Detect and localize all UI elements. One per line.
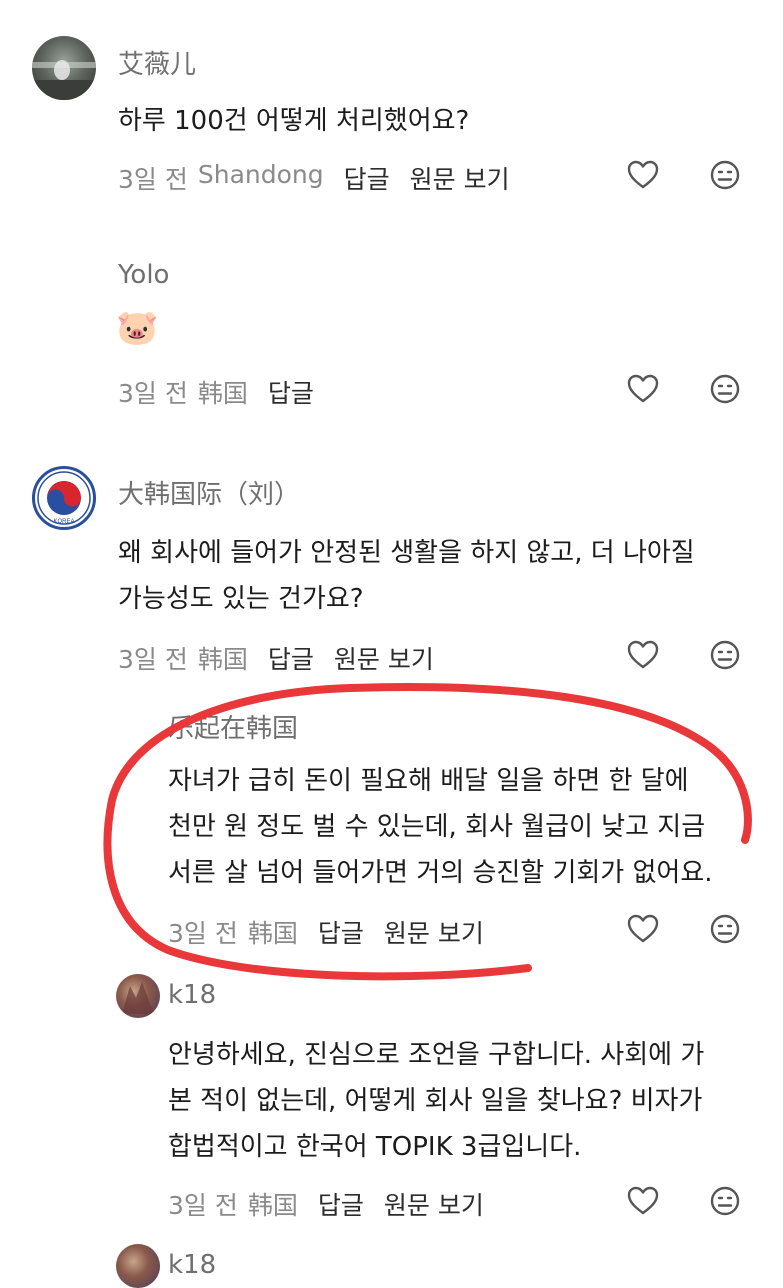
username[interactable]: k18 xyxy=(168,1250,216,1280)
location: Shandong xyxy=(197,160,324,189)
heart-icon[interactable] xyxy=(626,158,660,192)
view-original-button[interactable]: 원문 보기 xyxy=(384,1186,484,1222)
comment-text-line: 서른 살 넘어 들어가면 거의 승진할 기회가 없어요. xyxy=(168,858,713,888)
avatar-photo-icon xyxy=(32,60,96,100)
view-original-button[interactable]: 원문 보기 xyxy=(410,160,510,196)
comment-meta: 3일 전 韩国 답글 원문 보기 xyxy=(168,1186,484,1222)
comment-meta: 3일 전 韩国 답글 xyxy=(118,374,314,410)
comment-meta: 3일 전 Shandong 답글 원문 보기 xyxy=(118,160,510,196)
heart-icon[interactable] xyxy=(626,638,660,672)
comment-meta: 3일 전 韩国 답글 원문 보기 xyxy=(168,914,484,950)
reply-button[interactable]: 답글 xyxy=(268,640,314,676)
heart-icon[interactable] xyxy=(626,912,660,946)
reply-button[interactable]: 답글 xyxy=(318,1186,364,1222)
comment-text-line: 하루 100건 어떻게 처리했어요? xyxy=(118,106,470,136)
comment-text-line: 가능성도 있는 건가요? xyxy=(118,584,364,614)
emoji-sticker: 🐷 xyxy=(116,308,159,348)
username[interactable]: 乐起在韩国 xyxy=(168,708,298,745)
comment-text-line: 본 적이 없는데, 어떻게 회사 일을 찾나요? 비자가 xyxy=(168,1086,703,1116)
location: 韩国 xyxy=(247,1191,298,1220)
timestamp: 3일 전 xyxy=(118,645,188,674)
avatar[interactable] xyxy=(32,36,96,100)
location: 韩国 xyxy=(197,379,248,408)
dislike-face-icon[interactable] xyxy=(708,638,742,672)
location: 韩国 xyxy=(197,645,248,674)
timestamp: 3일 전 xyxy=(118,165,188,194)
dislike-face-icon[interactable] xyxy=(708,158,742,192)
username[interactable]: 大韩国际（刘） xyxy=(118,474,300,511)
view-original-button[interactable]: 원문 보기 xyxy=(384,914,484,950)
reply-button[interactable]: 답글 xyxy=(344,160,390,196)
comment-text-line: 안녕하세요, 진심으로 조언을 구합니다. 사회에 가 xyxy=(168,1040,705,1070)
username[interactable]: 艾薇儿 xyxy=(118,44,196,81)
comment-text-line: 합법적이고 한국어 TOPIK 3급입니다. xyxy=(168,1132,582,1162)
heart-icon[interactable] xyxy=(626,372,660,406)
avatar[interactable] xyxy=(116,974,160,1018)
comment-text-line: 자녀가 급히 돈이 필요해 배달 일을 하면 한 달에 xyxy=(168,766,689,796)
view-original-button[interactable]: 원문 보기 xyxy=(334,640,434,676)
avatar-emblem-text: KOREA xyxy=(53,519,74,525)
comment-meta: 3일 전 韩国 답글 원문 보기 xyxy=(118,640,434,676)
comment-text-line: 천만 원 정도 벌 수 있는데, 회사 월급이 낮고 지금 xyxy=(168,812,706,842)
username[interactable]: Yolo xyxy=(118,260,169,290)
dislike-face-icon[interactable] xyxy=(708,372,742,406)
dislike-face-icon[interactable] xyxy=(708,1184,742,1218)
avatar[interactable]: KOREA xyxy=(32,466,96,530)
timestamp: 3일 전 xyxy=(168,919,238,948)
comment-text-line: 왜 회사에 들어가 안정된 생활을 하지 않고, 더 나아질 xyxy=(118,538,695,568)
username[interactable]: k18 xyxy=(168,980,216,1010)
heart-icon[interactable] xyxy=(626,1184,660,1218)
reply-button[interactable]: 답글 xyxy=(268,374,314,410)
timestamp: 3일 전 xyxy=(118,379,188,408)
korea-emblem-icon: KOREA xyxy=(37,471,91,525)
location: 韩国 xyxy=(247,919,298,948)
avatar[interactable] xyxy=(116,1244,160,1288)
dislike-face-icon[interactable] xyxy=(708,912,742,946)
avatar-photo-icon xyxy=(122,982,156,1014)
timestamp: 3일 전 xyxy=(168,1191,238,1220)
reply-button[interactable]: 답글 xyxy=(318,914,364,950)
